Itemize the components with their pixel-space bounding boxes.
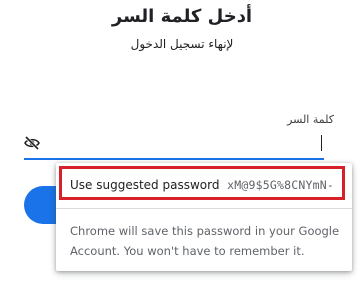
- popup-info-text: Chrome will save this password in your G…: [70, 224, 340, 258]
- page-subtitle: لإنهاء تسجيل الدخول: [130, 37, 234, 51]
- text-caret: [321, 135, 322, 151]
- suggest-label: Use suggested password: [70, 178, 220, 192]
- suggested-password-value: xM@9$5G%8CNYmN-: [227, 178, 334, 192]
- password-suggestion-popup: Use suggested password xM@9$5G%8CNYmN- C…: [56, 163, 352, 271]
- password-label: كلمة السر: [287, 113, 334, 126]
- password-field[interactable]: [24, 128, 324, 160]
- eye-off-icon[interactable]: [24, 135, 40, 151]
- page-title: أدخل كلمة السر: [111, 6, 253, 27]
- field-underline: [24, 158, 324, 160]
- popup-divider: [56, 208, 352, 209]
- use-suggested-password-option[interactable]: Use suggested password xM@9$5G%8CNYmN-: [59, 166, 345, 200]
